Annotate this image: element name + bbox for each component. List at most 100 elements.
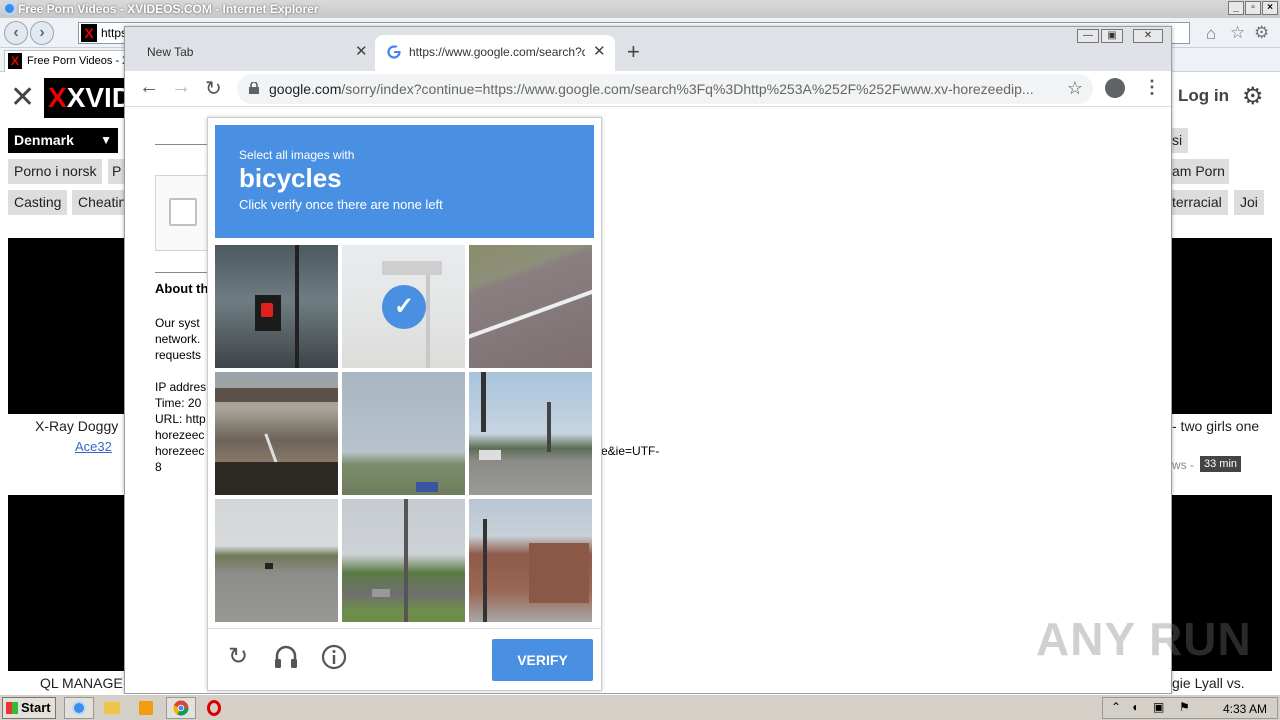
captcha-tile[interactable] [215, 245, 338, 368]
forward-icon[interactable]: › [30, 21, 54, 45]
tab-label: New Tab [147, 45, 194, 59]
about-heading: About th [155, 281, 209, 296]
back-icon[interactable]: ‹ [4, 21, 28, 45]
start-label: Start [21, 700, 51, 715]
para-line: requests [155, 348, 202, 362]
captcha-tile[interactable] [342, 499, 465, 622]
omnibox-url: google.com/sorry/index?continue=https://… [269, 81, 1034, 97]
site-favicon-icon: X [81, 24, 97, 42]
chrome-window: New Tab ✕ https://www.google.com/search?… [124, 26, 1172, 694]
tag-link[interactable]: am Porn [1172, 159, 1229, 184]
tag-link[interactable]: Cheatin [72, 190, 124, 215]
video-title[interactable]: - two girls one [1172, 418, 1259, 434]
minimize-icon[interactable]: _ [1228, 1, 1244, 15]
challenge-header: Select all images with bicycles Click ve… [215, 125, 594, 238]
tab-new-tab[interactable]: New Tab ✕ [133, 35, 373, 71]
profile-avatar-icon[interactable] [1105, 78, 1125, 98]
system-tray: ⌃ ◖ ▣ ⚑ 4:33 AM [1102, 697, 1278, 719]
taskbar-media-icon[interactable] [132, 697, 162, 719]
reload-icon[interactable]: ↻ [205, 76, 222, 101]
taskbar-folder-icon[interactable] [98, 697, 128, 719]
dropdown-arrow-icon: ▼ [100, 133, 112, 147]
divider [155, 272, 215, 273]
bookmark-star-icon[interactable]: ☆ [1067, 78, 1083, 99]
video-thumbnail[interactable] [8, 495, 124, 671]
recaptcha-checkbox[interactable] [169, 198, 197, 226]
divider [155, 144, 215, 145]
tag-link[interactable]: P [108, 159, 124, 184]
video-thumbnail[interactable] [1172, 238, 1272, 414]
country-select[interactable]: Denmark ▼ [8, 128, 118, 153]
tab-favicon-icon: X [8, 53, 22, 69]
close-icon[interactable]: × [1262, 1, 1278, 15]
login-link[interactable]: Log in [1178, 86, 1229, 106]
gear-icon[interactable]: ⚙ [1242, 82, 1264, 111]
ie-tab[interactable]: X Free Porn Videos - X [4, 50, 134, 72]
taskbar-chrome-icon[interactable] [166, 697, 196, 719]
headphones-icon[interactable] [272, 643, 300, 671]
settings-icon[interactable]: ⚙ [1254, 23, 1269, 43]
lock-icon [249, 82, 259, 94]
info-icon[interactable] [320, 643, 348, 671]
chrome-toolbar: ← → ↻ google.com/sorry/index?continue=ht… [125, 71, 1171, 107]
menu-kebab-icon[interactable]: ⋮ [1143, 77, 1161, 98]
tag-link[interactable]: Joi [1234, 190, 1264, 215]
checkmark-icon: ✓ [382, 285, 426, 329]
video-title[interactable]: gie Lyall vs. [1172, 675, 1245, 691]
video-title[interactable]: QL MANAGE [40, 675, 123, 691]
restore-icon[interactable]: ▣ [1101, 29, 1123, 43]
taskbar-opera-icon[interactable] [200, 697, 230, 719]
ie-titlebar: Free Porn Videos - XVIDEOS.COM - Interne… [0, 0, 1280, 18]
tab-google-search[interactable]: https://www.google.com/search?q= ✕ [375, 35, 615, 71]
restore-icon[interactable]: ▫ [1245, 1, 1261, 15]
url-tail: e&ie=UTF- [601, 444, 660, 458]
captcha-tile[interactable]: ✓ [342, 245, 465, 368]
video-uploader[interactable]: Ace32 [75, 439, 112, 454]
recaptcha-challenge: Select all images with bicycles Click ve… [207, 117, 602, 691]
video-title[interactable]: X-Ray Doggy [35, 418, 118, 434]
taskbar-ie-icon[interactable] [64, 697, 94, 719]
verify-button[interactable]: VERIFY [492, 639, 593, 681]
ie-tab-label: Free Porn Videos - X [27, 55, 130, 67]
tag-link[interactable]: si [1172, 128, 1188, 153]
minimize-icon[interactable]: — [1077, 29, 1099, 43]
close-tab-icon[interactable]: ✕ [593, 42, 606, 60]
reload-icon[interactable]: ↻ [224, 643, 252, 671]
network-icon[interactable]: ▣ [1153, 700, 1164, 714]
para-line: network. [155, 332, 201, 346]
tab-label: https://www.google.com/search?q= [409, 45, 585, 59]
ie-window-title: Free Porn Videos - XVIDEOS.COM - Interne… [18, 2, 319, 16]
flag-icon[interactable]: ⚑ [1179, 700, 1190, 714]
start-button[interactable]: Start [2, 697, 56, 719]
tag-link[interactable]: terracial [1172, 190, 1228, 215]
tag-link[interactable]: Porno i norsk [8, 159, 103, 184]
forward-icon[interactable]: → [171, 76, 191, 99]
captcha-tile[interactable] [342, 372, 465, 495]
omnibox[interactable]: google.com/sorry/index?continue=https://… [237, 74, 1093, 104]
para-line: horezeec [155, 428, 205, 442]
tray-expand-icon[interactable]: ⌃ [1111, 700, 1121, 714]
captcha-tile[interactable] [469, 245, 592, 368]
video-meta: ws - [1172, 458, 1194, 472]
para-line: Our syst [155, 316, 200, 330]
close-window-icon[interactable]: ✕ [1133, 29, 1163, 43]
captcha-tile[interactable] [215, 499, 338, 622]
site-logo[interactable]: XXVID [44, 78, 124, 118]
captcha-tile[interactable] [215, 372, 338, 495]
ie-logo-icon [3, 2, 16, 15]
country-label: Denmark [14, 132, 74, 148]
challenge-instruction: Select all images with [239, 148, 355, 162]
new-tab-icon[interactable]: + [627, 39, 640, 65]
close-menu-icon[interactable]: ✕ [10, 80, 35, 115]
para-line: Time: 20 [155, 396, 202, 410]
captcha-tile[interactable] [469, 499, 592, 622]
challenge-subtext: Click verify once there are none left [239, 197, 443, 212]
back-icon[interactable]: ← [139, 76, 159, 99]
favorites-icon[interactable]: ☆ [1230, 23, 1245, 43]
home-icon[interactable]: ⌂ [1206, 24, 1216, 44]
volume-icon[interactable]: ◖ [1131, 700, 1138, 714]
captcha-tile[interactable] [469, 372, 592, 495]
close-tab-icon[interactable]: ✕ [355, 42, 368, 60]
tag-link[interactable]: Casting [8, 190, 68, 215]
video-thumbnail[interactable] [8, 238, 124, 414]
